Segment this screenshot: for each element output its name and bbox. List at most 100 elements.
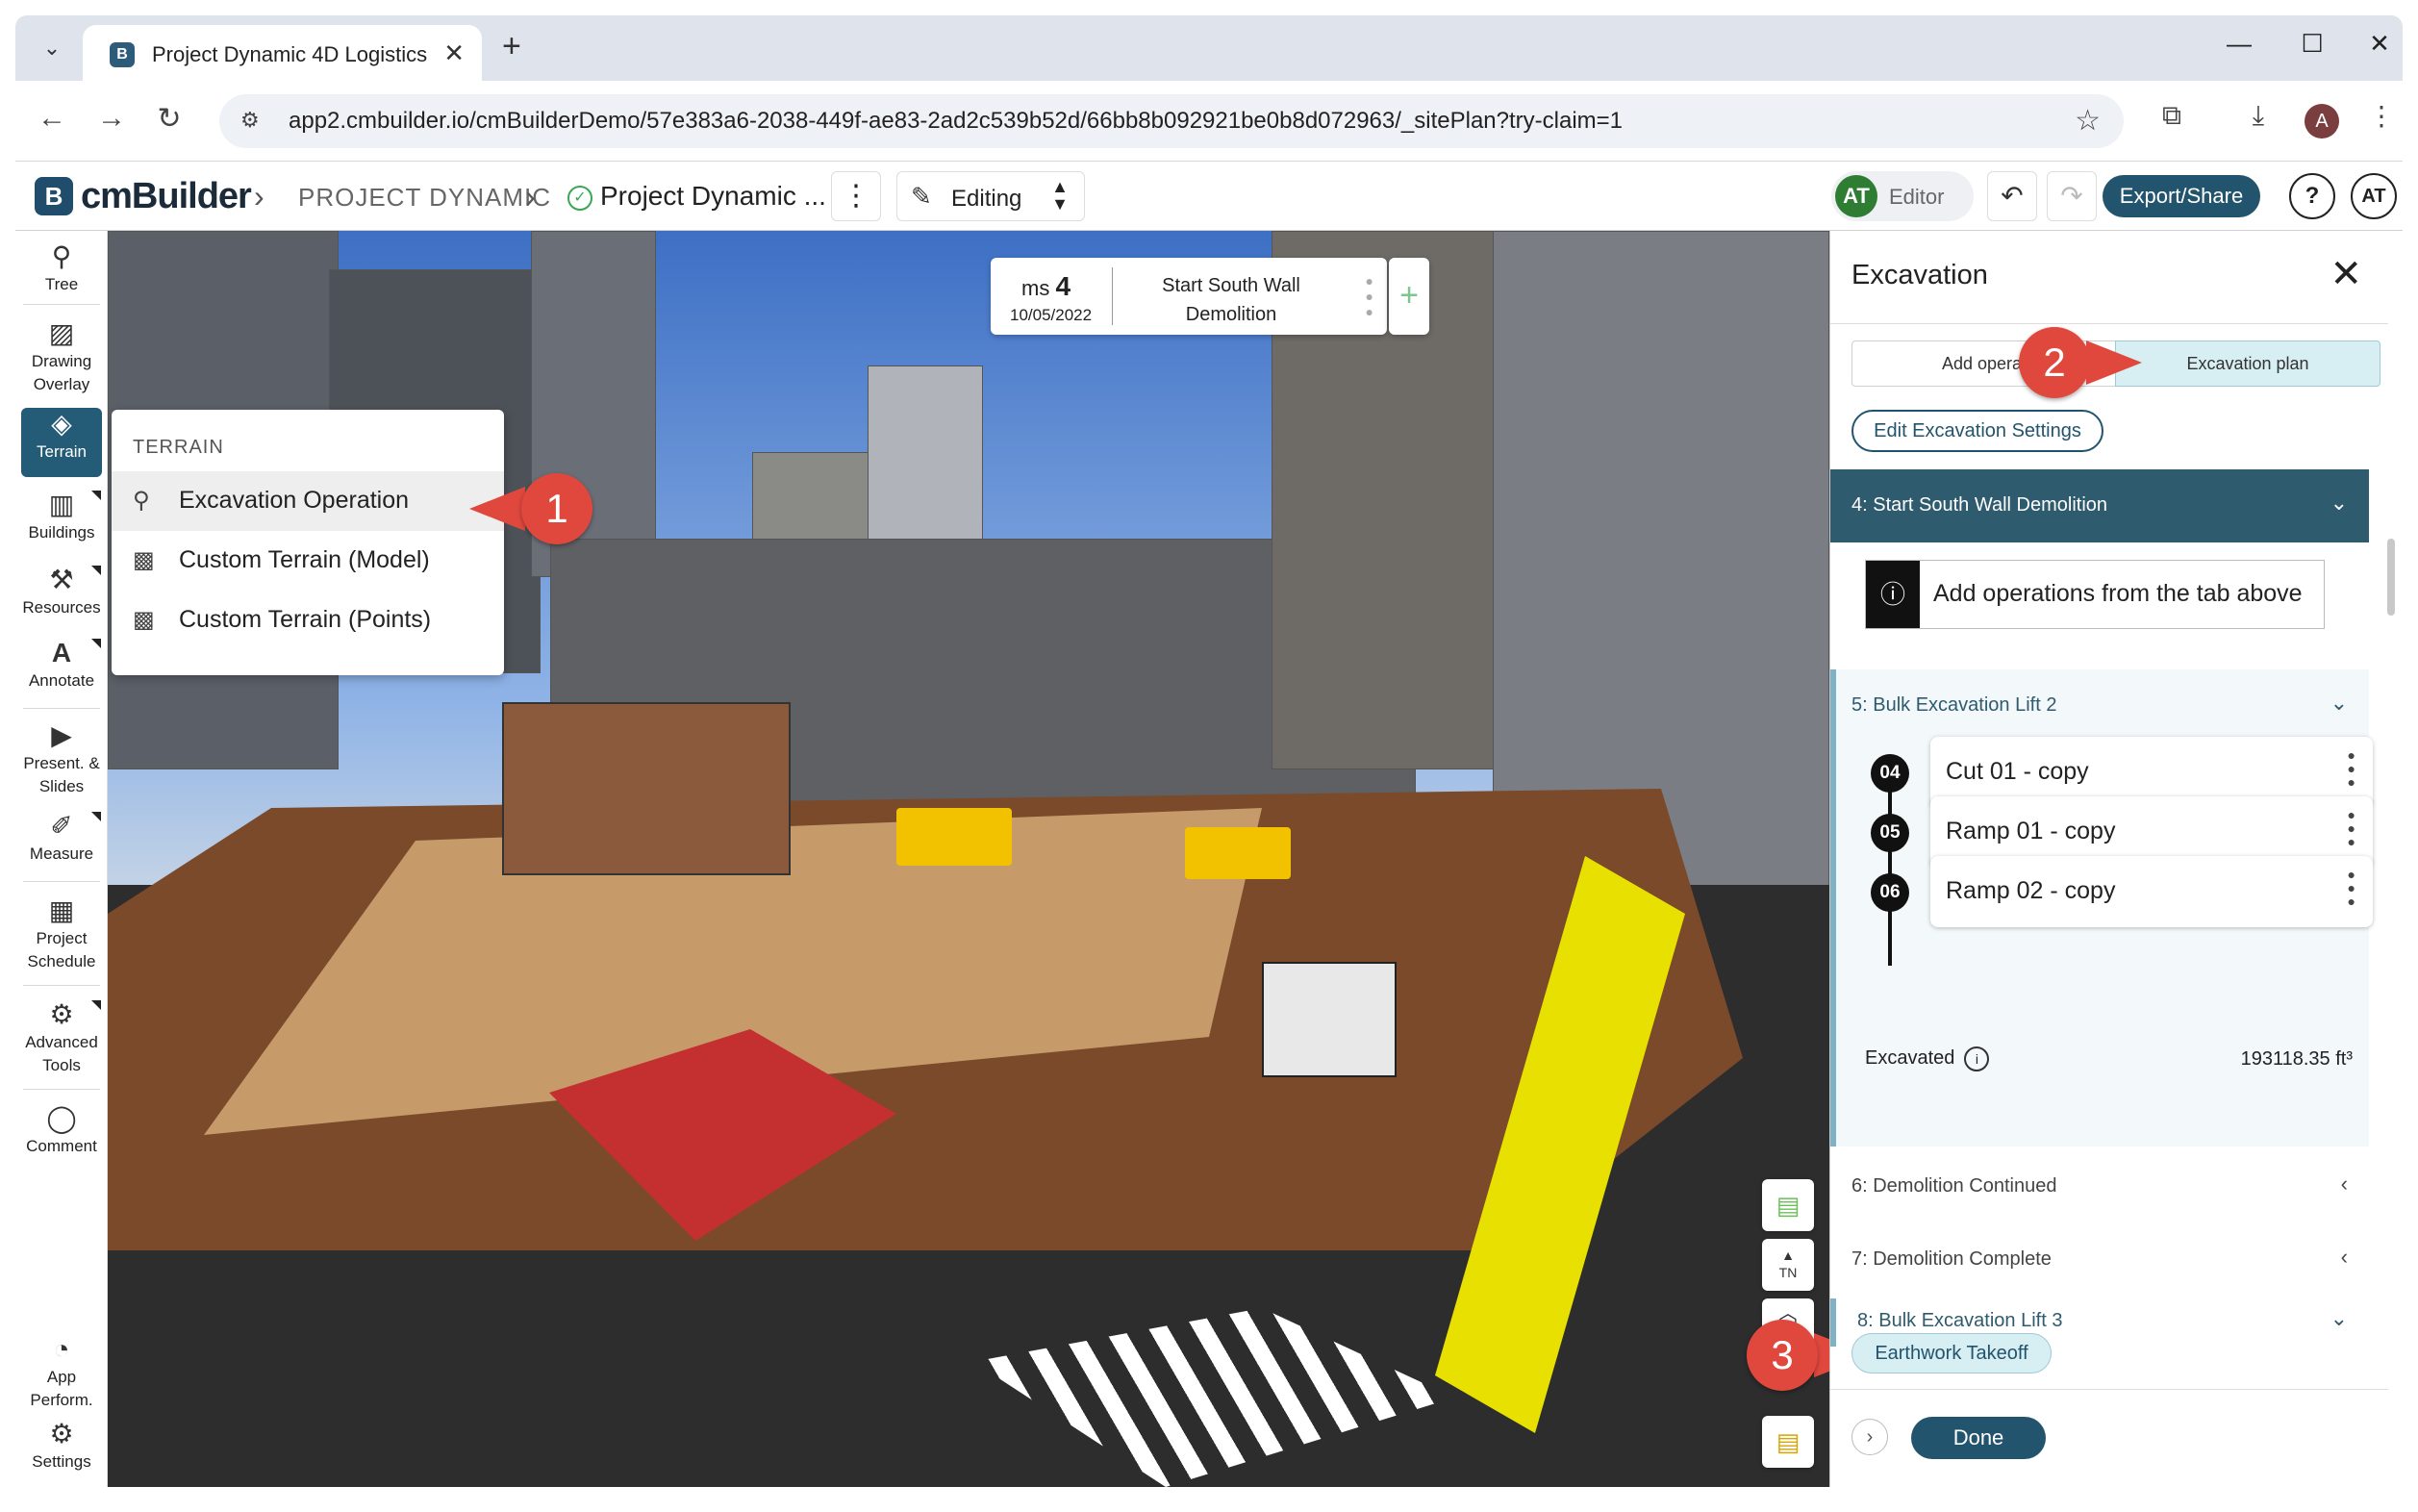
sidebar-item-drawing-overlay[interactable]: ▨ Drawing Overlay [15,317,108,396]
chevron-down-icon: ⌄ [2330,491,2348,515]
sidebar-item-advanced-tools[interactable]: ⚙ Advanced Tools [15,998,108,1077]
excavated-label: Excavated i [1865,1046,1990,1071]
map-icon[interactable]: ▤ [1762,1179,1814,1231]
sidebar-item-label: Annotate [28,671,95,690]
sidebar-item-label: Terrain [37,442,87,461]
user-role-badge[interactable]: AT Editor [1831,171,1974,221]
chevron-right-icon[interactable]: › [1851,1419,1888,1455]
operation-card[interactable]: Ramp 02 - copy ● ● ● [1930,856,2373,927]
menu-item-custom-terrain-points[interactable]: ▩ Custom Terrain (Points) [112,591,504,650]
milestone-card[interactable]: ms 4 10/05/2022 Start South Wall Demolit… [991,258,1387,335]
window-close-icon[interactable]: ✕ [2360,29,2399,59]
sidebar-item-label: Measure [29,844,94,863]
callout-2: 2 [2019,327,2173,398]
callout-1: 1 [469,473,623,544]
mode-select[interactable]: ✎ Editing ▲ ▼ [896,171,1085,221]
chevron-down-icon: ⌄ [2330,1306,2348,1330]
north-compass-icon[interactable]: ▲ TN [1762,1239,1814,1291]
logo-text: cmBuilder [81,175,252,216]
lift-header-6[interactable]: 6: Demolition Continued ‹ [1830,1150,2369,1223]
breadcrumb-plan[interactable]: ✓ Project Dynamic ... [567,181,826,212]
info-icon[interactable]: i [1964,1046,1990,1071]
extensions-icon[interactable]: ⧉ [2153,100,2191,132]
timeline-line [1888,773,1892,966]
panel-scrollbar[interactable] [2387,539,2395,616]
lift-header-5[interactable]: 5: Bulk Excavation Lift 2 ⌄ [1830,669,2369,743]
tab-favicon: B [110,42,135,67]
undo-button[interactable]: ↶ [1987,171,2037,221]
operation-name: Ramp 02 - copy [1946,877,2116,904]
lift-title: 5: Bulk Excavation Lift 2 [1851,694,2057,716]
sidebar-item-presentation[interactable]: ▶ Present. & Slides [15,719,108,798]
sidebar-item-label: Advanced Tools [25,1033,98,1074]
tab-title: Project Dynamic 4D Logistics Si [152,42,431,66]
browser-tabstrip: ⌄ B Project Dynamic 4D Logistics Si ✕ + … [15,15,2403,81]
kebab-icon[interactable]: ● ● ● [2348,808,2355,848]
sidebar-item-project-schedule[interactable]: ▦ Project Schedule [15,895,108,973]
url-text[interactable]: app2.cmbuilder.io/cmBuilderDemo/57e383a6… [289,108,1623,135]
browser-tab[interactable]: B Project Dynamic 4D Logistics Si ✕ [83,25,482,81]
info-text: Add operations from the tab above [1933,580,2303,607]
close-icon[interactable]: ✕ [2330,252,2362,296]
sidebar-item-settings[interactable]: ⚙ Settings [15,1418,108,1474]
site-info-icon[interactable]: ⚙ [240,108,260,133]
tab-search-icon[interactable]: ⌄ [33,29,71,67]
redo-button[interactable]: ↷ [2047,171,2097,221]
app-logo[interactable]: B cmBuilder [35,175,252,217]
account-button[interactable]: AT [2351,173,2397,219]
kebab-icon[interactable]: ● ● ● [2348,868,2355,908]
menu-item-label: Custom Terrain (Model) [179,546,430,573]
add-milestone-button[interactable]: + [1389,258,1429,335]
reload-icon[interactable]: ↻ [150,102,189,136]
bookmark-star-icon[interactable]: ☆ [2075,104,2101,138]
sidebar-item-label: Resources [22,598,101,617]
breadcrumb-project[interactable]: PROJECT DYNAMIC [298,183,551,213]
earthwork-takeoff-button[interactable]: Earthwork Takeoff [1851,1333,2052,1373]
lift-title: 7: Demolition Complete [1851,1248,2052,1270]
terrain-icon: ◈ [51,409,72,439]
gear-icon: ⚙ [49,1419,74,1449]
lift-title: 6: Demolition Continued [1851,1175,2057,1197]
help-button[interactable]: ? [2289,173,2335,219]
plan-menu-button[interactable]: ⋮ [831,171,881,221]
export-share-button[interactable]: Export/Share [2103,175,2260,217]
sidebar-item-comment[interactable]: ◯ Comment [15,1102,108,1158]
sidebar-item-label: Comment [26,1137,97,1155]
back-icon[interactable]: ← [33,102,71,135]
operation-name: Ramp 01 - copy [1946,818,2116,844]
profile-avatar[interactable]: A [2305,104,2339,139]
3d-viewport[interactable]: ms 4 10/05/2022 Start South Wall Demolit… [108,231,1829,1487]
sidebar-item-terrain[interactable]: ◈ Terrain [21,408,102,477]
done-button[interactable]: Done [1911,1417,2046,1459]
forward-icon[interactable]: → [92,102,131,135]
maximize-icon[interactable]: ☐ [2293,29,2331,59]
browser-menu-icon[interactable]: ⋮ [2362,100,2401,132]
kebab-icon[interactable]: ● ● ● [2348,748,2355,789]
drag-handle-icon[interactable]: ● ● ● [1366,273,1373,319]
menu-item-excavation-operation[interactable]: ⚲ Excavation Operation [112,471,504,531]
terrain-grid-icon: ▩ [133,547,155,573]
menu-item-label: Custom Terrain (Points) [179,606,432,633]
breadcrumb-plan-label: Project Dynamic ... [600,181,826,211]
dump-truck [1185,827,1291,879]
new-tab-icon[interactable]: + [502,29,521,63]
gate-house [1262,962,1397,1077]
minimize-icon[interactable]: — [2220,29,2258,59]
layers-icon[interactable]: ▤ [1762,1416,1814,1468]
lift-header-7[interactable]: 7: Demolition Complete ‹ [1830,1223,2369,1297]
lift-header-4[interactable]: 4: Start South Wall Demolition ⌄ [1830,469,2369,542]
user-role-label: Editor [1889,185,1945,209]
menu-item-custom-terrain-model[interactable]: ▩ Custom Terrain (Model) [112,531,504,591]
edit-excavation-settings-button[interactable]: Edit Excavation Settings [1851,410,2103,452]
download-icon[interactable]: ⤓ [2239,100,2278,132]
left-sidebar: ⚲ Tree ▨ Drawing Overlay ◈ Terrain ▥ Buildin… [15,231,108,1487]
sidebar-item-label: Tree [44,275,79,293]
url-field[interactable]: ⚙ app2.cmbuilder.io/cmBuilderDemo/57e383… [219,94,2124,148]
callout-badge: 2 [2019,327,2090,398]
sidebar-item-tree[interactable]: ⚲ Tree [15,240,108,296]
sidebar-item-app-performance[interactable]: ◔ App Perform. [15,1333,108,1412]
tab-close-icon[interactable]: ✕ [443,38,465,68]
milestone-name: Start South Wall Demolition [1162,275,1300,325]
address-bar: ← → ↻ ⚙ app2.cmbuilder.io/cmBuilderDemo/… [15,81,2403,162]
menu-item-label: Excavation Operation [179,487,410,514]
